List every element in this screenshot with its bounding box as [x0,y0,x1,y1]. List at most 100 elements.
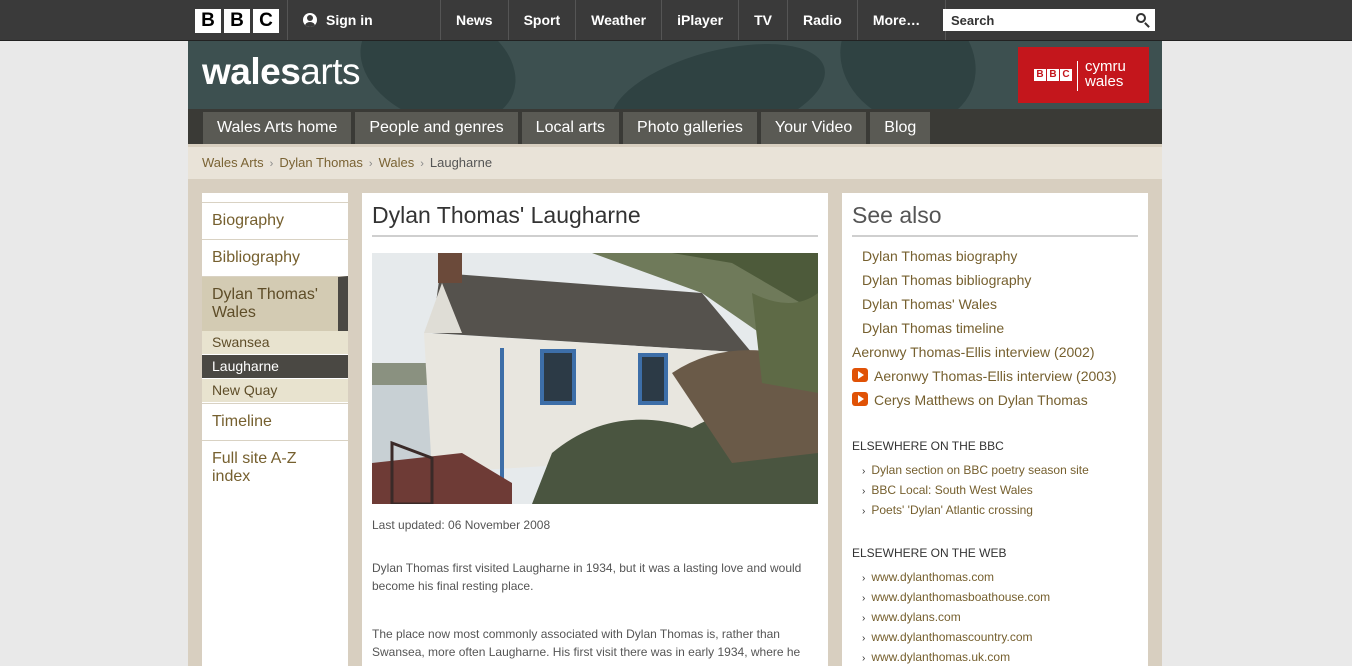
page-title: Dylan Thomas' Laugharne [372,202,818,237]
link-label: Cerys Matthews on Dylan Thomas [874,392,1088,408]
global-nav-news[interactable]: News [440,0,508,40]
link-label: Poets' 'Dylan' Atlantic crossing [871,503,1033,517]
bbc-mini-logo: B B C [1034,69,1072,81]
chevron-right-icon: › [862,613,866,624]
breadcrumb-link[interactable]: Wales Arts [202,155,264,170]
global-nav-tv[interactable]: TV [738,0,787,40]
article-paragraph: Dylan Thomas first visited Laugharne in … [372,561,802,593]
video-play-icon [852,392,868,406]
chevron-right-icon: › [862,653,866,664]
bbc-logo-letter: B [224,9,250,33]
web-link[interactable]: › www.dylanthomascountry.com [862,629,1050,649]
breadcrumb-link[interactable]: Wales [379,155,415,170]
chevron-right-icon: › [862,633,866,644]
web-link[interactable]: › www.dylanthomasboathouse.com [862,589,1050,609]
chevron-right-icon: › [862,486,866,497]
site-title-light: arts [300,51,360,92]
chevron-right-icon: › [862,593,866,604]
link-label: Dylan section on BBC poetry season site [871,463,1089,477]
sign-in-link[interactable]: Sign in [303,0,373,40]
link-label: Dylan Thomas bibliography [862,272,1032,288]
bbc-logo-letter: B [195,9,221,33]
banner-decoration [600,41,836,109]
nav-people-and-genres[interactable]: People and genres [355,112,518,144]
left-nav-az-index[interactable]: Full site A-Z index [202,440,348,495]
see-also-link[interactable]: Dylan Thomas timeline [862,319,1117,343]
article-paragraph: The place now most commonly associated w… [372,627,801,659]
breadcrumb-link[interactable]: Dylan Thomas [279,155,363,170]
search-box [943,9,1155,31]
see-also-title: See also [852,202,1138,237]
elsewhere-bbc-list: › Dylan section on BBC poetry season site… [862,462,1089,522]
link-label: www.dylanthomasboathouse.com [871,590,1051,604]
site-banner: walesarts B B C cymru wales [188,41,1162,109]
video-play-icon [852,368,868,382]
link-label: Dylan Thomas biography [862,248,1018,264]
see-also-video-link[interactable]: Aeronwy Thomas-Ellis interview (2003) [852,367,1117,391]
bbc-logo-letter: C [253,9,279,33]
left-nav-dylan-thomas-wales[interactable]: Dylan Thomas' Wales [202,276,348,331]
chevron-right-icon: › [862,466,866,477]
bbc-logo[interactable]: B B C [195,9,279,33]
left-nav-sub-swansea[interactable]: Swansea [202,331,348,355]
divider [1077,61,1078,91]
bbc-link[interactable]: › Dylan section on BBC poetry season site [862,462,1089,482]
site-title-bold: wales [202,51,301,92]
left-nav-bibliography[interactable]: Bibliography [202,239,348,276]
laugharne-house-photo [372,253,818,504]
see-also-list: Dylan Thomas biography Dylan Thomas bibl… [852,247,1117,415]
web-link[interactable]: › www.dylanthomas.com [862,569,1050,589]
elsewhere-web-list: › www.dylanthomas.com › www.dylanthomasboa… [862,569,1050,666]
left-nav-biography[interactable]: Biography [202,202,348,239]
see-also-link[interactable]: Dylan Thomas bibliography [862,271,1117,295]
left-nav-sub-new-quay[interactable]: New Quay [202,379,348,403]
bbc-link[interactable]: › Poets' 'Dylan' Atlantic crossing [862,502,1089,522]
section-nav: Wales Arts home People and genres Local … [188,109,1162,144]
left-nav-timeline[interactable]: Timeline [202,403,348,440]
nav-local-arts[interactable]: Local arts [521,112,620,144]
cymru-wales-wordmark: cymru wales [1085,59,1126,89]
global-nav-sport[interactable]: Sport [507,0,576,40]
search-input[interactable] [943,9,1128,31]
see-also-link[interactable]: Dylan Thomas biography [862,247,1117,271]
see-also-link[interactable]: Dylan Thomas' Wales [862,295,1117,319]
user-icon [303,13,317,27]
nav-photo-galleries[interactable]: Photo galleries [623,112,757,144]
bbc-link[interactable]: › BBC Local: South West Wales [862,482,1089,502]
main-content: Dylan Thomas' Laugharne Last updated: 06… [362,193,828,666]
bbc-logo-letter: B [1034,69,1046,81]
link-label: BBC Local: South West Wales [871,483,1033,497]
sign-in-label: Sign in [326,12,373,28]
bbc-cymru-wales-logo[interactable]: B B C cymru wales [1018,47,1149,103]
global-nav-radio[interactable]: Radio [786,0,857,40]
global-nav-weather[interactable]: Weather [575,0,661,40]
global-nav: News Sport Weather iPlayer TV Radio More… [440,0,946,40]
see-also-link[interactable]: Aeronwy Thomas-Ellis interview (2002) [852,343,1117,367]
bbc-logo-letter: C [1060,69,1072,81]
breadcrumb-current: Laugharne [429,155,493,170]
breadcrumb-separator: › [368,158,373,170]
nav-your-video[interactable]: Your Video [760,112,867,144]
breadcrumb-separator: › [420,158,424,170]
see-also-video-link[interactable]: Cerys Matthews on Dylan Thomas [852,391,1117,415]
web-link[interactable]: › www.dylans.com [862,609,1050,629]
link-label: www.dylanthomas.uk.com [871,650,1011,664]
left-nav-sub-laugharne[interactable]: Laugharne [202,355,348,379]
site-title[interactable]: walesarts [202,51,360,93]
global-nav-iplayer[interactable]: iPlayer [661,0,738,40]
breadcrumb: Wales Arts › Dylan Thomas › Wales › Laugharne [188,147,1162,179]
chevron-right-icon: › [862,506,866,517]
nav-wales-arts-home[interactable]: Wales Arts home [203,112,352,144]
left-nav: Biography Bibliography Dylan Thomas' Wal… [202,193,348,666]
page-container: walesarts B B C cymru wales Wales Arts h… [188,41,1162,666]
search-icon[interactable] [1136,13,1146,23]
link-label: Aeronwy Thomas-Ellis interview (2002) [852,344,1095,360]
web-link[interactable]: › www.dylanthomas.uk.com [862,649,1050,666]
bbc-logo-letter: B [1047,69,1059,81]
banner-decoration [817,41,999,109]
elsewhere-bbc-heading: ELSEWHERE ON THE BBC [852,439,1004,453]
link-label: www.dylans.com [871,610,961,624]
nav-blog[interactable]: Blog [870,112,931,144]
global-nav-more[interactable]: More… [856,0,946,40]
link-label: Dylan Thomas' Wales [862,296,997,312]
